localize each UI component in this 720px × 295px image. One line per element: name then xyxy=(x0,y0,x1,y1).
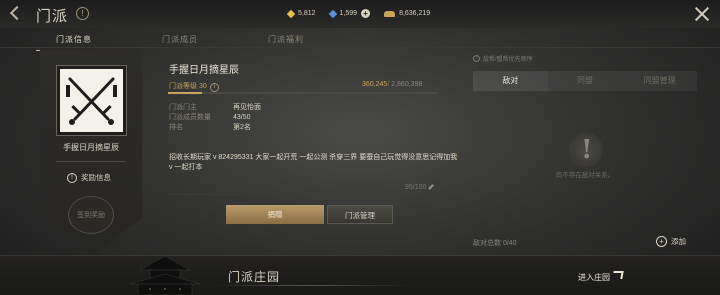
enter-estate-button[interactable]: 进入庄园 xyxy=(578,272,610,283)
currency-ingot[interactable]: 8,636,219 xyxy=(384,9,430,18)
info-icon: ! xyxy=(473,55,480,62)
enemy-total: 敌对总数 0/40 xyxy=(473,240,517,247)
info-key: 门派门主 xyxy=(169,104,197,111)
relations-panel: ! 敌帮/盟帮优先顺序 敌对 同盟 同盟管理 尚不存在敌对关系。 敌对总数 0/… xyxy=(473,48,697,255)
info-key: 门派成员数量 xyxy=(169,114,211,121)
edit-pencil-icon[interactable] xyxy=(428,184,435,190)
guild-exp-total: / 2,860,398 xyxy=(387,81,423,88)
blue-diamond-icon xyxy=(328,9,337,18)
info-row-leader: 门派门主 再见怡面 xyxy=(169,103,261,113)
notice-char-count: 95/100 xyxy=(405,184,435,191)
currency-blue-value: 1,599 xyxy=(339,10,358,17)
tab-guild-members[interactable]: 门派成员 xyxy=(142,32,218,51)
pagoda-icon xyxy=(129,255,201,295)
tab-alliance-manage[interactable]: 同盟管理 xyxy=(622,71,697,91)
close-icon[interactable] xyxy=(694,6,710,22)
info-value: 43/50 xyxy=(233,114,251,121)
sign-in-reward-seal[interactable]: 签到奖励 xyxy=(68,196,114,234)
info-key: 排名 xyxy=(169,124,183,131)
currency-bar: 5,812 1,599 + 8,636,219 xyxy=(286,9,430,18)
guild-manage-button[interactable]: 门派管理 xyxy=(327,205,393,224)
guild-info-rows: 门派门主 再见怡面 门派成员数量 43/50 排名 第2名 xyxy=(169,103,261,133)
banner-divider xyxy=(56,161,126,162)
reward-info-button[interactable]: ! 奖励信息 xyxy=(67,172,111,183)
exclamation-icon xyxy=(569,133,603,167)
guild-exp-current: 360,245 xyxy=(362,81,388,88)
title-info-icon[interactable]: ! xyxy=(76,7,89,20)
tab-enemy[interactable]: 敌对 xyxy=(473,71,548,91)
info-value: 第2名 xyxy=(233,124,251,131)
guild-level-label: 门派等级 30 xyxy=(169,83,207,90)
gold-diamond-icon xyxy=(286,9,296,18)
notice-count-value: 95/100 xyxy=(405,184,427,191)
exp-progress-bar xyxy=(168,92,438,94)
guild-notice[interactable]: 招收长期玩家 v 824295331 大家一起开荒 一起公测 杀穿三界 要蚕自己… xyxy=(169,153,459,173)
tab-alliance[interactable]: 同盟 xyxy=(548,71,623,91)
crossed-swords-icon xyxy=(66,77,117,125)
estate-divider xyxy=(210,285,410,286)
exp-progress-fill xyxy=(168,92,203,94)
plus-circle-icon: + xyxy=(656,236,667,247)
relations-tabs: 敌对 同盟 同盟管理 xyxy=(473,71,697,91)
info-icon: ! xyxy=(67,172,77,183)
arrow-icon[interactable] xyxy=(612,271,624,279)
info-row-members: 门派成员数量 43/50 xyxy=(169,113,261,123)
guild-name: 手握日月摘星辰 xyxy=(169,65,239,76)
currency-gold[interactable]: 5,812 xyxy=(286,9,316,18)
guild-exp: 360,245/ 2,860,398 xyxy=(362,81,422,88)
page-title: 门派 xyxy=(36,7,69,25)
currency-gold-value: 5,812 xyxy=(298,10,316,17)
empty-state-text: 尚不存在敌对关系。 xyxy=(555,172,615,179)
estate-title: 门派庄园 xyxy=(228,270,281,284)
currency-blue[interactable]: 1,599 + xyxy=(328,9,371,18)
info-row-rank: 排名 第2名 xyxy=(169,123,261,133)
tab-bar: 门派信息 门派成员 门派福利 xyxy=(36,32,324,51)
relations-hint: ! 敌帮/盟帮优先顺序 xyxy=(473,54,533,63)
currency-ingot-value: 8,636,219 xyxy=(399,10,431,17)
add-enemy-button[interactable]: + 添加 xyxy=(656,236,686,247)
add-label: 添加 xyxy=(671,237,686,246)
tab-guild-welfare[interactable]: 门派福利 xyxy=(248,32,324,51)
banner-guild-name: 手握日月摘星辰 xyxy=(63,143,119,152)
relations-hint-text: 敌帮/盟帮优先顺序 xyxy=(483,57,533,63)
guild-level: 门派等级 30 i xyxy=(169,81,219,92)
notice-divider xyxy=(168,194,444,195)
reward-info-label: 奖励信息 xyxy=(81,173,111,182)
add-currency-icon[interactable]: + xyxy=(361,9,371,18)
info-value: 再见怡面 xyxy=(233,104,261,111)
guild-emblem[interactable] xyxy=(56,65,127,136)
level-info-icon[interactable]: i xyxy=(209,83,219,92)
donate-button[interactable]: 捐赠 xyxy=(226,205,324,224)
ingot-icon xyxy=(384,10,396,17)
tab-guild-info[interactable]: 门派信息 xyxy=(36,32,112,51)
